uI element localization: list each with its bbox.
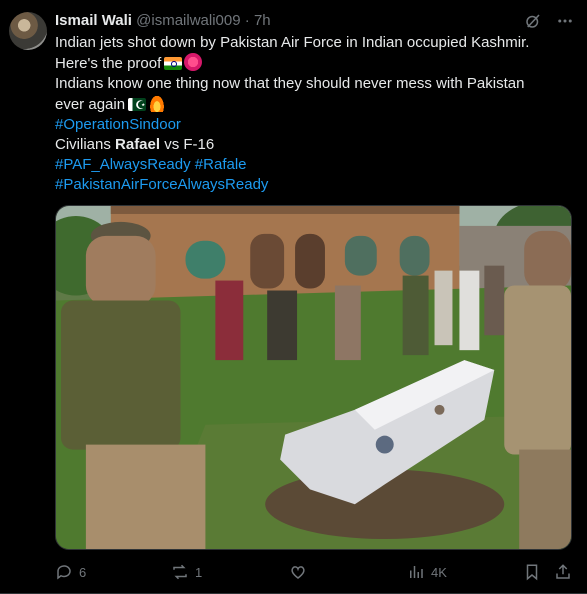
- text-segment: Indian jets shot down by Pakistan Air Fo…: [55, 34, 530, 51]
- tweet-time[interactable]: 7h: [254, 12, 271, 29]
- author-name[interactable]: Ismail Wali: [55, 12, 132, 29]
- hashtag-link[interactable]: #PAF_AlwaysReady: [55, 156, 191, 173]
- text-segment: Here's the proof: [55, 55, 162, 72]
- text-segment: Indians know one thing now that they sho…: [55, 75, 525, 92]
- tweet-line: #PakistanAirForceAlwaysReady: [55, 175, 575, 195]
- pakistan-flag-icon: [128, 98, 147, 111]
- views-button[interactable]: 4K: [407, 563, 447, 581]
- tweet-line: Indian jets shot down by Pakistan Air Fo…: [55, 33, 575, 53]
- retweet-icon: [171, 563, 189, 581]
- tweet-card[interactable]: Ismail Wali @ismailwali009 · 7h Indian j…: [0, 0, 587, 594]
- share-icon: [554, 563, 572, 581]
- text-segment: Civilians: [55, 136, 116, 153]
- tweet-line: ever again: [55, 94, 575, 115]
- retweet-button[interactable]: 1: [171, 563, 202, 581]
- hashtag-link[interactable]: #Rafale: [195, 156, 247, 173]
- tweet-text: Indian jets shot down by Pakistan Air Fo…: [55, 33, 575, 195]
- share-button[interactable]: [554, 563, 572, 581]
- pink-heart-icon: [184, 53, 203, 71]
- views-icon: [407, 563, 425, 581]
- more-icon[interactable]: [556, 12, 574, 30]
- bookmark-icon: [523, 563, 541, 581]
- author-avatar[interactable]: [9, 12, 47, 50]
- author-handle[interactable]: @ismailwali009: [136, 12, 240, 29]
- bookmark-button[interactable]: [523, 563, 541, 581]
- tweet-photo[interactable]: [55, 205, 572, 550]
- action-bar: 6 1 4K: [55, 563, 575, 583]
- reply-count: 6: [79, 564, 87, 580]
- header-actions: [524, 12, 574, 30]
- views-count: 4K: [431, 564, 447, 580]
- retweet-count: 1: [195, 564, 203, 580]
- fire-icon: [149, 94, 166, 112]
- bold-text: Rafael: [115, 136, 161, 153]
- like-button[interactable]: [289, 563, 313, 581]
- reply-button[interactable]: 6: [55, 563, 86, 581]
- tweet-line: Here's the proof: [55, 53, 575, 74]
- separator-dot: ·: [244, 12, 250, 29]
- hashtag-link[interactable]: #OperationSindoor: [55, 116, 181, 133]
- tweet-header: Ismail Wali @ismailwali009 · 7h: [55, 11, 575, 31]
- like-icon: [289, 563, 307, 581]
- text-segment: ever again: [55, 96, 126, 113]
- grok-icon[interactable]: [524, 12, 542, 30]
- tweet-line: #PAF_AlwaysReady #Rafale: [55, 155, 575, 175]
- reply-icon: [55, 563, 73, 581]
- hashtag-link[interactable]: #PakistanAirForceAlwaysReady: [55, 176, 268, 193]
- tweet-line: #OperationSindoor: [55, 115, 575, 135]
- india-flag-icon: [164, 57, 183, 70]
- tweet-line: Indians know one thing now that they sho…: [55, 74, 575, 94]
- text-segment: vs F-16: [160, 136, 215, 153]
- tweet-line: Civilians Rafael vs F-16: [55, 135, 575, 155]
